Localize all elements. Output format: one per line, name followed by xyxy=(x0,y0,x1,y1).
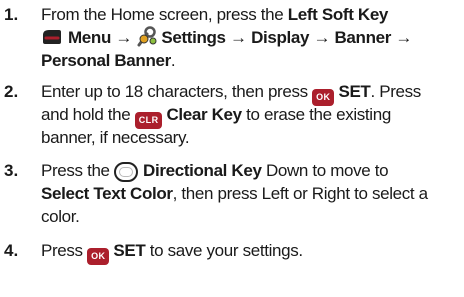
step-text-segment: From the Home screen, press the xyxy=(41,5,284,24)
settings-label: Settings xyxy=(161,28,226,47)
period: . xyxy=(170,51,176,70)
step-number: 1. xyxy=(4,5,19,24)
directional-key-label: Directional Key xyxy=(143,161,262,180)
step-text-segment: and hold the xyxy=(41,105,131,124)
step-text-segment: Down to move to xyxy=(265,161,389,180)
step-text: From the Home screen, press the Left Sof… xyxy=(41,3,461,72)
display-label: Display xyxy=(251,28,310,47)
arrow-icon: → xyxy=(115,28,133,47)
step-text-segment: Enter up to 18 characters, then press xyxy=(41,82,308,101)
arrow-icon: → xyxy=(230,28,247,47)
ok-key-icon: OK xyxy=(87,248,110,265)
set-label: SET xyxy=(338,82,371,101)
directional-key-icon xyxy=(114,162,139,182)
step-text-segment: . Press xyxy=(370,82,421,101)
step-text-segment: to erase the existing xyxy=(246,105,391,124)
step-text: Press the Directional Key Down to move t… xyxy=(41,159,461,228)
arrow-icon: → xyxy=(313,28,331,47)
step-text: Enter up to 18 characters, then press OK… xyxy=(41,80,461,149)
step-text-segment: color. xyxy=(41,207,80,226)
step-text: Press OK SET to save your settings. xyxy=(41,239,461,265)
personal-banner-label: Personal Banner xyxy=(41,51,171,70)
left-soft-key-icon xyxy=(43,30,61,44)
set-label: SET xyxy=(113,241,146,260)
step-text-segment: banner, if necessary. xyxy=(41,128,190,147)
step-text-segment: Press xyxy=(41,241,83,260)
step-text-segment: to save your settings. xyxy=(149,241,303,260)
left-soft-key-label: Left Soft Key xyxy=(287,5,389,24)
step-text-segment: , then press Left or Right to select a xyxy=(172,184,428,203)
instruction-document: 1. From the Home screen, press the Left … xyxy=(0,0,464,297)
menu-label: Menu xyxy=(68,28,111,47)
step-number: 2. xyxy=(4,82,19,101)
banner-label: Banner xyxy=(334,28,392,47)
clear-key-label: Clear Key xyxy=(166,105,242,124)
arrow-icon: → xyxy=(395,28,413,47)
step-text-segment: Press the xyxy=(41,161,110,180)
settings-icon xyxy=(137,26,157,47)
select-text-color-label: Select Text Color xyxy=(41,184,173,203)
step-number: 4. xyxy=(4,241,19,260)
step-number: 3. xyxy=(4,161,19,180)
